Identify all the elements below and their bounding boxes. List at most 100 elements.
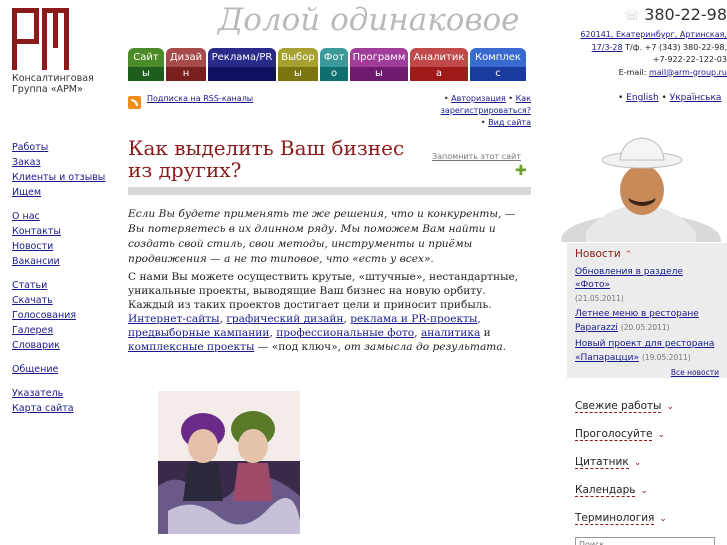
cowboy-man-photo [556,132,727,242]
block-label[interactable]: Терминология [575,512,655,525]
services-paragraph: С нами Вы можете осуществить крутые, «шт… [128,271,519,353]
nav-tab[interactable]: Программ ы [350,48,408,81]
link-advertising-pr[interactable]: реклама и PR-проекты [350,313,477,325]
nav-group: Работы Заказ Клиенты и отзывы Ищем [12,140,112,200]
main-phone: 380-22-98 [644,5,727,24]
rss-subscribe[interactable]: Подписка на RSS-каналы [128,92,253,109]
bookmark-add-icon[interactable]: ✚ [515,164,529,178]
collapse-up-icon[interactable]: ⌃ [625,250,633,260]
chevron-down-icon[interactable]: ⌄ [634,458,642,468]
site-view-link[interactable]: Вид сайта [488,118,531,127]
email-label: E-mail: [618,67,649,77]
news-link[interactable]: Обновления в разделе «Фото» [575,267,683,290]
tab-label-cont: а [435,68,443,79]
remember-site-text[interactable]: Запомнить этот сайт [432,152,521,161]
block-quotes[interactable]: Цитатник ⌄ [575,456,642,469]
nav-tab[interactable]: Аналитик а [410,48,468,81]
news-title[interactable]: Новости [575,248,621,260]
nav-tab[interactable]: Комплек с [470,48,526,81]
tab-label-cont: ы [142,68,150,79]
nav-tab[interactable]: Дизай н [166,48,206,81]
lang-ukrainian[interactable]: Українська [670,93,722,103]
news-panel: Новости ⌃ Обновления в разделе «Фото» (21.… [567,243,727,378]
login-link[interactable]: Авторизация [451,94,506,103]
address-link-1[interactable]: 620141, Екатеринбург, Артинская, [580,30,727,39]
sidebar-link[interactable]: Указатель [12,386,112,401]
sidebar-link[interactable]: Работы [12,140,112,155]
email-link[interactable]: mail@arm-group.ru [649,68,727,77]
tab-label-cont: с [495,68,501,79]
nav-tab[interactable]: Реклама/PR [208,48,276,81]
tab-label: Реклама/PR [211,52,273,63]
news-date: (19.05.2011) [641,353,691,362]
sidebar-link[interactable]: Общение [12,362,112,377]
search-input[interactable] [575,537,715,545]
sidebar-link[interactable]: Вакансии [12,254,112,269]
block-fresh-works[interactable]: Свежие работы ⌄ [575,400,674,413]
block-label[interactable]: Проголосуйте [575,428,653,441]
nav-tab[interactable]: Фот о [320,48,348,81]
left-navigation: Работы Заказ Клиенты и отзывы Ищем О нас Конт… [12,140,112,425]
nav-group: Общение [12,362,112,377]
sidebar-link[interactable]: Статьи [12,278,112,293]
sidebar-link[interactable]: Словарик [12,338,112,353]
lang-english[interactable]: English [626,93,659,103]
nav-group: Указатель Карта сайта [12,386,112,416]
slogan: Долой одинаковое [218,2,520,38]
chevron-down-icon[interactable]: ⌄ [666,402,674,412]
link-graphic-design[interactable]: графический дизайн [226,313,343,325]
block-calendar[interactable]: Календарь ⌄ [575,484,648,497]
link-websites[interactable]: Интернет-сайты [128,313,220,325]
nav-tab[interactable]: Сайт ы [128,48,164,81]
tab-label: Фот [323,52,345,63]
main-tabs: Сайт ы Дизай н Реклама/PR Выбор ы Фот о Программ ы… [128,48,528,81]
tail-text: от замысла до результата. [344,341,507,353]
chevron-down-icon[interactable]: ⌄ [640,486,648,496]
turnkey-text: — «под ключ», [254,341,345,353]
news-item: Летнее меню в ресторане Paparazzi (20.05… [575,308,719,335]
block-label[interactable]: Свежие работы [575,400,662,413]
all-news-link[interactable]: Все новости [671,368,719,377]
link-complex-projects[interactable]: комплексные проекты [128,341,254,353]
remember-site-link[interactable]: Запомнить этот сайт [432,152,521,161]
and-text: и [480,327,491,339]
logo[interactable]: Консалтинговая Группа «АРМ» [12,8,122,95]
nav-group: Статьи Скачать Голосования Галерея Словарик [12,278,112,353]
tab-label: Дизай [169,52,203,63]
rss-icon [128,96,141,109]
sidebar-link[interactable]: Заказ [12,155,112,170]
sidebar-link[interactable]: Скачать [12,293,112,308]
tab-label: Комплек [475,52,521,63]
link-analytics[interactable]: аналитика [421,327,480,339]
tab-label: Программ [352,52,406,63]
chevron-down-icon[interactable]: ⌄ [659,514,667,524]
auth-links: • Авторизация • Как зарегистрироваться? … [440,94,531,127]
mobile-phone: +7-922-22-122-03 [652,55,727,64]
chevron-down-icon[interactable]: ⌄ [657,430,665,440]
sidebar-link[interactable]: Ищем [12,185,112,200]
sidebar-link[interactable]: Галерея [12,323,112,338]
intro-paragraph: Если Вы будете применять те же решения, … [128,208,516,265]
sidebar-link[interactable]: Клиенты и отзывы [12,170,112,185]
block-vote[interactable]: Проголосуйте ⌄ [575,428,665,441]
nav-group: О нас Контакты Новости Вакансии [12,209,112,269]
news-item: Обновления в разделе «Фото» (21.05.2011) [575,266,719,305]
news-date: (21.05.2011) [575,294,624,303]
sidebar-link[interactable]: Голосования [12,308,112,323]
tab-label-cont: о [330,68,338,79]
rss-link[interactable]: Подписка на RSS-каналы [147,94,253,103]
link-election-campaigns[interactable]: предвыборные кампании [128,327,269,339]
tab-label: Сайт [133,52,159,63]
news-date: (20.05.2011) [620,323,670,332]
link-photo[interactable]: профессиональные фото [276,327,414,339]
sidebar-link[interactable]: Карта сайта [12,401,112,416]
nav-tab[interactable]: Выбор ы [278,48,318,81]
address-link-2[interactable]: 17/3-28 [592,43,623,52]
block-label[interactable]: Календарь [575,484,636,497]
block-terminology[interactable]: Терминология ⌄ [575,512,667,525]
sidebar-link[interactable]: О нас [12,209,112,224]
sidebar-link[interactable]: Новости [12,239,112,254]
block-label[interactable]: Цитатник [575,456,629,469]
tab-label-cont: ы [294,68,302,79]
sidebar-link[interactable]: Контакты [12,224,112,239]
